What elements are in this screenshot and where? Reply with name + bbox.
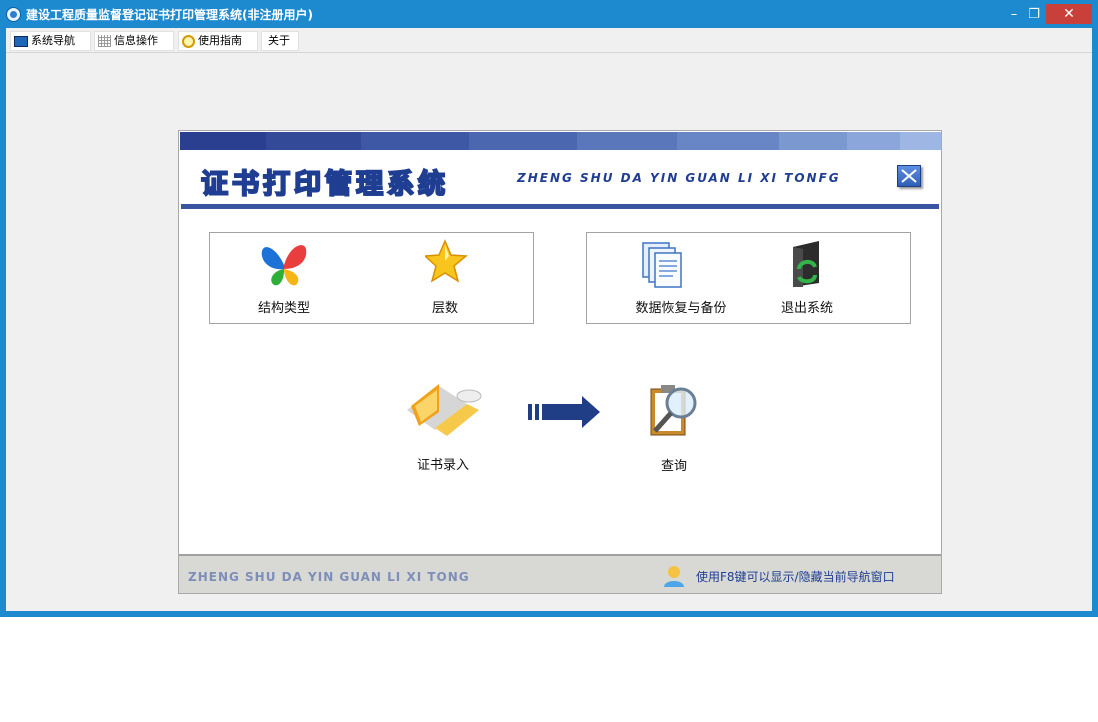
banner-subtitle: ZHENG SHU DA YIN GUAN LI XI TONFG [517,171,841,185]
app-logo-icon[interactable] [6,7,21,22]
notebook-icon [407,384,482,436]
tool-label: 层数 [431,301,458,316]
menu-label: 系统导航 [31,34,75,47]
footer-brand: ZHENG SHU DA YIN GUAN LI XI TONG [188,570,470,584]
magnifier-clipboard-icon [650,385,697,436]
tool-label: 退出系统 [780,301,833,316]
tool-label: 数据恢复与备份 [635,301,727,316]
menu-about[interactable]: 关于 [261,31,299,51]
system-group: 数据恢复与备份 退出系统 [586,232,911,324]
star-icon [425,239,468,283]
header-stripe [180,132,266,150]
menu-bar: 系统导航 信息操作 使用指南 关于 [6,28,1092,53]
clock-icon [182,34,195,48]
header-stripe [577,132,677,150]
menu-info-operation[interactable]: 信息操作 [94,31,174,51]
navigation-panel: 证书打印管理系统 ZHENG SHU DA YIN GUAN LI XI TON… [178,130,942,594]
tool-label: 结构类型 [257,301,310,316]
close-button[interactable]: ✕ [1046,4,1092,24]
user-tip-icon [664,566,684,587]
banner-divider [181,204,939,209]
exit-icon [793,241,819,287]
header-stripe [361,132,469,150]
app-window: 建设工程质量监督登记证书打印管理系统(非注册用户) – ❐ ✕ 系统导航 信息操… [0,0,1098,617]
header-stripe [900,132,941,150]
footer-tip: 使用F8键可以显示/隐藏当前导航窗口 [696,570,895,584]
panel-footer: ZHENG SHU DA YIN GUAN LI XI TONG 使用F8键可以… [179,554,941,593]
client-area: 系统导航 信息操作 使用指南 关于 证书打印管理系统 ZHENG SHU DA … [6,28,1092,611]
workflow-arrow-icon [528,396,600,428]
title-bar[interactable]: 建设工程质量监督登记证书打印管理系统(非注册用户) – ❐ ✕ [0,0,1098,28]
header-stripe [779,132,847,150]
restore-button[interactable]: ❐ [1022,5,1046,25]
header-stripe [847,132,900,150]
menu-user-guide[interactable]: 使用指南 [178,31,258,51]
header-stripe [677,132,779,150]
close-icon [901,169,917,183]
butterfly-icon [261,245,307,286]
menu-label: 关于 [268,34,290,47]
banner-title: 证书打印管理系统 [200,168,449,201]
window-title: 建设工程质量监督登记证书打印管理系统(非注册用户) [26,8,313,22]
menu-system-navigation[interactable]: 系统导航 [10,31,91,51]
header-stripe [469,132,577,150]
tool-label: 证书录入 [416,458,469,473]
basic-settings-group: 结构类型 层数 [209,232,534,324]
menu-label: 使用指南 [198,34,242,47]
grid-icon [98,35,111,47]
header-stripe [266,132,361,150]
banner: 证书打印管理系统 ZHENG SHU DA YIN GUAN LI XI TON… [179,150,941,206]
tool-label: 查询 [660,459,687,474]
monitor-icon [14,35,28,47]
menu-label: 信息操作 [114,34,158,47]
documents-icon [642,242,682,288]
panel-close-button[interactable] [897,165,921,187]
